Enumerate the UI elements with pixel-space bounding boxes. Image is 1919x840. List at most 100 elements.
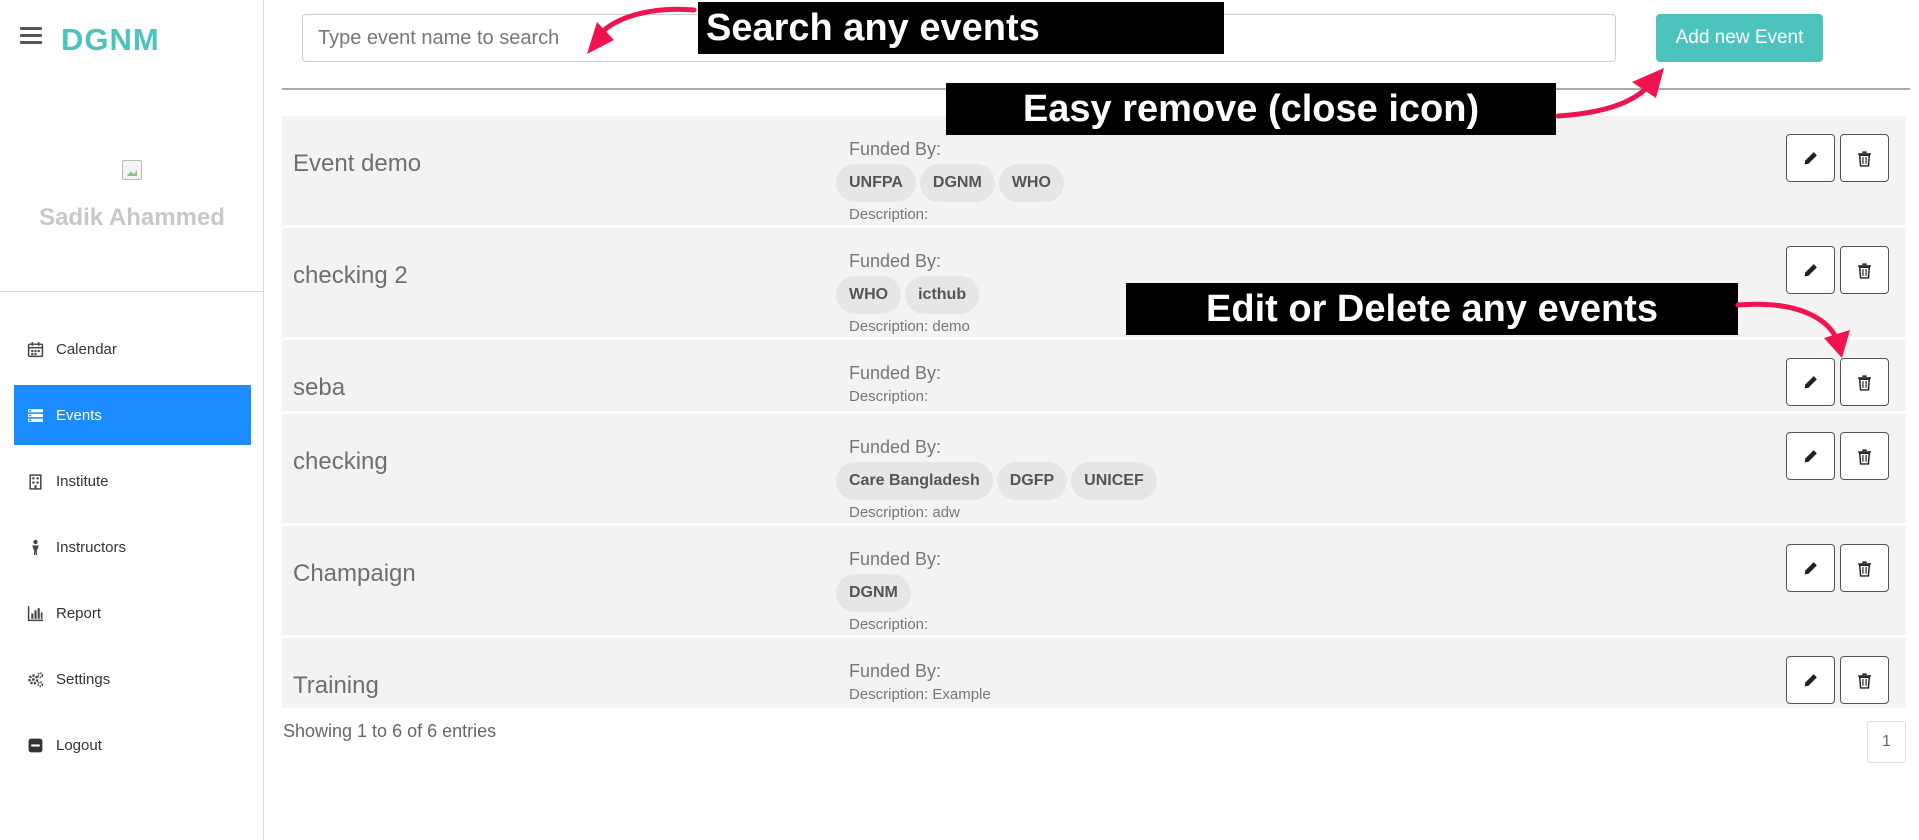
edit-button[interactable] — [1786, 134, 1835, 182]
building-icon — [26, 472, 44, 490]
funder-tags: DGNM — [836, 574, 941, 612]
delete-button[interactable] — [1840, 544, 1889, 592]
brand-logo: DGNM — [61, 22, 160, 57]
funder-tags: UNFPA DGNM WHO — [836, 164, 1064, 202]
event-description: Description: demo — [849, 318, 970, 335]
row-actions — [1786, 656, 1889, 704]
bar-chart-icon — [26, 604, 44, 622]
funder-tag: DGNM — [836, 574, 911, 612]
funder-tag: Care Bangladesh — [836, 462, 993, 500]
sidebar: DGNM Sadik Ahammed Calendar Events Insti… — [0, 0, 264, 840]
event-info: Funded By: WHO icthub Description: demo — [836, 250, 980, 335]
event-description: Description: — [849, 206, 929, 223]
event-title: checking — [293, 448, 388, 475]
sidebar-item-institute[interactable]: Institute — [14, 451, 251, 511]
add-new-event-button[interactable]: Add new Event — [1656, 14, 1823, 62]
sidebar-item-settings[interactable]: Settings — [14, 649, 251, 709]
sidebar-item-label: Institute — [56, 472, 109, 490]
edit-button[interactable] — [1786, 432, 1835, 480]
annotation-edit-delete: Edit or Delete any events — [1126, 283, 1738, 335]
sidebar-nav: Calendar Events Institute Instructors Re… — [14, 319, 251, 781]
pencil-icon — [1804, 673, 1817, 686]
user-name: Sadik Ahammed — [39, 204, 225, 231]
pencil-icon — [1804, 375, 1817, 388]
event-list: Event demo Funded By: UNFPA DGNM WHO Des… — [282, 116, 1906, 708]
event-info: Funded By: UNFPA DGNM WHO Description: — [836, 138, 1064, 223]
pencil-icon — [1804, 151, 1817, 164]
events-list-icon — [26, 406, 44, 424]
delete-button[interactable] — [1840, 358, 1889, 406]
event-description: Description: adw — [849, 504, 960, 521]
sidebar-item-report[interactable]: Report — [14, 583, 251, 643]
edit-button[interactable] — [1786, 246, 1835, 294]
row-actions — [1786, 544, 1889, 592]
logout-icon — [26, 736, 44, 754]
funder-tag: UNICEF — [1071, 462, 1157, 500]
event-title: Event demo — [293, 150, 422, 177]
event-row: seba Funded By: Description: — [282, 340, 1906, 414]
hamburger-menu-icon[interactable] — [20, 27, 42, 45]
event-description: Description: Example — [849, 686, 991, 703]
funded-by-label: Funded By: — [849, 363, 942, 383]
funder-tags: Care Bangladesh DGFP UNICEF — [836, 462, 1157, 500]
avatar — [122, 160, 142, 180]
calendar-icon — [26, 340, 44, 358]
pagination-page-1[interactable]: 1 — [1867, 721, 1906, 763]
pencil-icon — [1804, 561, 1817, 574]
event-title: checking 2 — [293, 262, 408, 289]
annotation-remove: Easy remove (close icon) — [946, 83, 1556, 135]
event-row: Training Funded By: Description: Example — [282, 638, 1906, 708]
edit-button[interactable] — [1786, 656, 1835, 704]
event-row: Champaign Funded By: DGNM Description: — [282, 526, 1906, 638]
event-description: Description: — [849, 616, 929, 633]
sidebar-item-label: Events — [56, 406, 102, 424]
person-icon — [26, 538, 44, 556]
delete-button[interactable] — [1840, 432, 1889, 480]
entries-info: Showing 1 to 6 of 6 entries — [283, 721, 497, 741]
event-title: seba — [293, 374, 346, 401]
sidebar-item-logout[interactable]: Logout — [14, 715, 251, 775]
event-description: Description: — [849, 388, 929, 405]
event-info: Funded By: Description: — [849, 362, 941, 405]
edit-button[interactable] — [1786, 358, 1835, 406]
arrow-to-add-button-icon — [1555, 73, 1659, 119]
trash-icon — [1858, 262, 1871, 279]
trash-icon — [1858, 374, 1871, 391]
trash-icon — [1858, 672, 1871, 689]
delete-button[interactable] — [1840, 134, 1889, 182]
trash-icon — [1858, 448, 1871, 465]
funder-tags: WHO icthub — [836, 276, 980, 314]
delete-button[interactable] — [1840, 246, 1889, 294]
pencil-icon — [1804, 449, 1817, 462]
pencil-icon — [1804, 263, 1817, 276]
funded-by-label: Funded By: — [849, 661, 942, 681]
funded-by-label: Funded By: — [849, 251, 942, 271]
sidebar-item-instructors[interactable]: Instructors — [14, 517, 251, 577]
sidebar-item-label: Settings — [56, 670, 111, 688]
edit-button[interactable] — [1786, 544, 1835, 592]
sidebar-item-events[interactable]: Events — [14, 385, 251, 445]
event-info: Funded By: Care Bangladesh DGFP UNICEF D… — [836, 436, 1157, 521]
row-actions — [1786, 432, 1889, 480]
sidebar-item-calendar[interactable]: Calendar — [14, 319, 251, 379]
sidebar-divider — [0, 291, 263, 292]
event-info: Funded By: DGNM Description: — [836, 548, 942, 633]
funded-by-label: Funded By: — [849, 437, 942, 457]
sidebar-item-label: Report — [56, 604, 102, 622]
funder-tag: WHO — [998, 164, 1064, 202]
funder-tag: DGFP — [996, 462, 1068, 500]
funded-by-label: Funded By: — [849, 549, 942, 569]
funded-by-label: Funded By: — [849, 139, 942, 159]
funder-tag: DGNM — [919, 164, 995, 202]
delete-button[interactable] — [1840, 656, 1889, 704]
funder-tag: WHO — [836, 276, 902, 314]
event-title: Champaign — [293, 560, 416, 587]
funder-tag: UNFPA — [836, 164, 916, 202]
sidebar-item-label: Instructors — [56, 538, 127, 556]
row-actions — [1786, 246, 1889, 294]
row-actions — [1786, 358, 1889, 406]
trash-icon — [1858, 150, 1871, 167]
event-title: Training — [293, 672, 379, 699]
sidebar-item-label: Logout — [56, 736, 102, 754]
gears-icon — [26, 670, 44, 688]
